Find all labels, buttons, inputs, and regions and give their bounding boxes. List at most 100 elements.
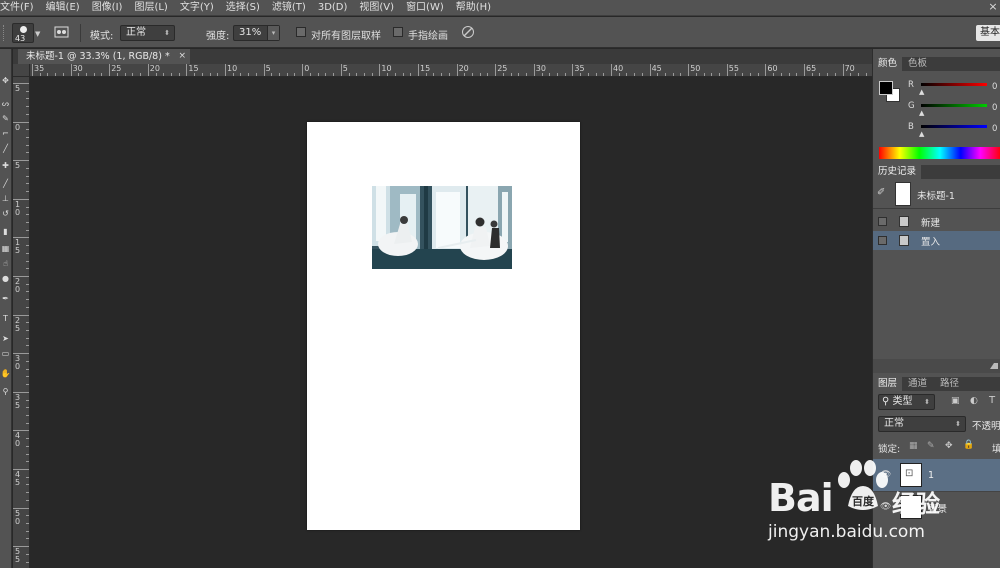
color-spectrum-ramp[interactable]	[879, 147, 1000, 159]
ruler-minor-tick	[26, 337, 29, 339]
horizontal-ruler[interactable]: 35 30 25 20 15 10 5 0 5 10 15 20 25 30 35 40 45 50 55 60 65 7…	[30, 64, 872, 77]
document-tab[interactable]: 未标题-1 @ 33.3% (1, RGB/8) * ×	[18, 49, 190, 64]
divider	[873, 208, 1000, 209]
brush-panel-button[interactable]	[54, 25, 70, 39]
resize-grip-icon[interactable]	[990, 361, 998, 369]
workspace-switcher[interactable]: 基本	[976, 25, 1000, 41]
pressure-button[interactable]	[461, 25, 475, 39]
eraser-tool-icon[interactable]: ▮	[0, 227, 11, 237]
magic-wand-tool-icon[interactable]: ✎	[0, 114, 11, 124]
red-channel-label: R	[908, 80, 914, 90]
smudge-tool-icon[interactable]: ☝	[0, 259, 11, 269]
adjustment-layer-filter-icon[interactable]: ◐	[970, 396, 978, 406]
options-bar-grip[interactable]	[3, 25, 5, 41]
eye-icon[interactable]: 👁	[880, 502, 891, 512]
chevron-down-icon[interactable]: ▾	[267, 26, 279, 40]
crop-tool-icon[interactable]: ⌐	[0, 129, 11, 139]
history-brush-tool-icon[interactable]: ↺	[0, 209, 11, 219]
history-footer	[873, 359, 1000, 373]
strength-input[interactable]: 31% ▾	[233, 25, 280, 41]
sample-all-layers-checkbox[interactable]	[296, 27, 306, 38]
history-snapshot[interactable]: ✐ 未标题-1	[873, 180, 1000, 207]
window-close-button[interactable]: ×	[986, 0, 1000, 15]
blend-mode-dropdown[interactable]: 正常 ⬍	[878, 416, 966, 432]
brush-tool-icon[interactable]: ╱	[0, 179, 11, 189]
menu-view[interactable]: 视图(V)	[353, 0, 400, 16]
tab-history[interactable]: 历史记录	[873, 165, 922, 179]
eyedropper-tool-icon[interactable]: ╱	[0, 144, 11, 154]
menu-window[interactable]: 窗口(W)	[400, 0, 450, 16]
menu-select[interactable]: 选择(S)	[220, 0, 266, 16]
menu-3d[interactable]: 3D(D)	[312, 0, 354, 16]
slider-knob-icon[interactable]: ▲	[919, 109, 924, 117]
tab-layers[interactable]: 图层	[873, 377, 903, 391]
type-layer-filter-icon[interactable]: T	[989, 395, 995, 406]
menu-type[interactable]: 文字(Y)	[174, 0, 220, 16]
eye-icon[interactable]: 👁	[880, 470, 891, 480]
history-step-checkbox[interactable]	[878, 236, 887, 245]
path-selection-tool-icon[interactable]: ➤	[0, 334, 11, 344]
history-step-active[interactable]: 置入	[873, 231, 1000, 250]
menu-image[interactable]: 图像(I)	[86, 0, 129, 16]
lock-all-icon[interactable]: 🔒	[963, 440, 974, 450]
lock-transparent-icon[interactable]: ▦	[909, 441, 918, 451]
ruler-minor-tick	[248, 73, 250, 76]
vertical-ruler[interactable]: 5 0 5 1 0 1 5 2 0 2 5 3 0 3 5 4 0 4 5 5 0 5 5	[13, 77, 30, 568]
layer-filter-dropdown[interactable]: ⚲ 类型 ⬍	[878, 394, 935, 410]
zoom-tool-icon[interactable]: ⚲	[0, 387, 11, 397]
tab-channels[interactable]: 通道	[903, 377, 932, 391]
layer-row[interactable]: 👁 背景	[873, 491, 1000, 521]
tab-swatches[interactable]: 色板	[903, 57, 932, 71]
hand-tool-icon[interactable]: ✋	[0, 369, 11, 379]
healing-brush-tool-icon[interactable]: ✚	[0, 161, 11, 171]
red-channel-slider[interactable]	[921, 83, 987, 86]
green-channel-value[interactable]: 0	[992, 103, 997, 113]
lasso-tool-icon[interactable]: ᔕ	[0, 99, 11, 109]
layer-name[interactable]: 背景	[928, 501, 947, 515]
ruler-minor-tick	[587, 73, 589, 76]
mode-value: 正常	[126, 27, 146, 38]
history-brush-source-icon[interactable]: ✐	[877, 187, 885, 198]
mode-dropdown[interactable]: 正常 ⬍	[120, 25, 175, 41]
document-canvas[interactable]	[307, 122, 580, 530]
type-tool-icon[interactable]: T	[0, 314, 11, 324]
slider-knob-icon[interactable]: ▲	[919, 130, 924, 138]
shape-tool-icon[interactable]: ▭	[0, 349, 11, 359]
foreground-color-swatch[interactable]	[879, 81, 893, 95]
blue-channel-value[interactable]: 0	[992, 124, 997, 134]
slider-knob-icon[interactable]: ▲	[919, 88, 924, 96]
layer-row-selected[interactable]: 👁 ⊡ 1	[873, 459, 1000, 491]
brush-preset-picker[interactable]: 43	[12, 23, 34, 43]
menu-file[interactable]: 文件(F)	[0, 0, 40, 16]
history-step[interactable]: 新建	[873, 212, 1000, 231]
menu-filter[interactable]: 滤镜(T)	[266, 0, 312, 16]
placed-photo[interactable]	[372, 186, 512, 269]
ruler-tick-label: 20	[149, 64, 160, 73]
pen-tool-icon[interactable]: ✒	[0, 294, 11, 304]
ruler-origin[interactable]	[13, 64, 30, 77]
move-tool-icon[interactable]: ✥	[0, 76, 11, 86]
pixel-layer-filter-icon[interactable]: ▣	[951, 396, 960, 406]
menu-layer[interactable]: 图层(L)	[128, 0, 173, 16]
close-icon[interactable]: ×	[178, 49, 186, 64]
menu-help[interactable]: 帮助(H)	[450, 0, 497, 16]
clone-stamp-tool-icon[interactable]: ⊥	[0, 194, 11, 204]
tab-paths[interactable]: 路径	[935, 377, 964, 391]
red-channel-value[interactable]: 0	[992, 82, 997, 92]
blue-channel-slider[interactable]	[921, 125, 987, 128]
lock-pixels-icon[interactable]: ✎	[927, 441, 935, 451]
tab-color[interactable]: 颜色	[873, 57, 903, 71]
ruler-tick-label: 1 5	[15, 238, 21, 256]
chevron-down-icon[interactable]: ▼	[35, 30, 40, 38]
green-channel-slider[interactable]	[921, 104, 987, 107]
lock-position-icon[interactable]: ✥	[945, 441, 953, 451]
gradient-tool-icon[interactable]: ▦	[0, 244, 11, 254]
ruler-minor-tick	[271, 73, 273, 76]
dodge-tool-icon[interactable]: ●	[0, 274, 11, 284]
ruler-minor-tick	[26, 291, 29, 293]
layer-name[interactable]: 1	[928, 470, 934, 481]
ruler-minor-tick	[618, 73, 620, 76]
finger-paint-checkbox[interactable]	[393, 27, 403, 38]
history-step-checkbox[interactable]	[878, 217, 887, 226]
menu-edit[interactable]: 编辑(E)	[40, 0, 86, 16]
